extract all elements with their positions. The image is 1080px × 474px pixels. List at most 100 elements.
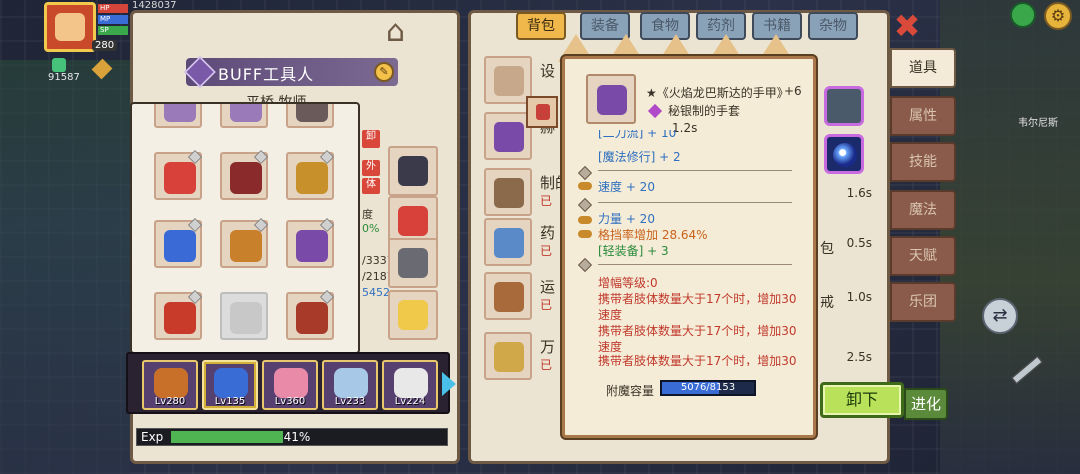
map-right-area bbox=[940, 0, 1080, 474]
anchor-icon bbox=[164, 230, 196, 262]
equip-slot[interactable] bbox=[388, 290, 438, 340]
player-face-icon bbox=[55, 13, 85, 41]
amulet-icon bbox=[230, 230, 262, 262]
equip-slot[interactable] bbox=[220, 150, 268, 200]
hp-bar: HP bbox=[98, 4, 128, 13]
tooltip-stats: [二刀流] + 10 [魔法修行] + 2 速度 + 20 力量 + 20 格挡… bbox=[576, 130, 804, 366]
party-member[interactable]: Lv224 bbox=[382, 360, 438, 410]
ring-icon bbox=[398, 300, 428, 330]
equip-slot[interactable] bbox=[286, 218, 334, 268]
lock-icon[interactable] bbox=[526, 96, 558, 128]
stat-line: 携带者肢体数量大于17个时，增加30 bbox=[598, 324, 797, 338]
item-name: 药 bbox=[540, 224, 556, 242]
scroll-icon bbox=[494, 122, 524, 152]
gem-socket[interactable] bbox=[824, 134, 864, 174]
equip-slot[interactable] bbox=[154, 218, 202, 268]
equip-slot[interactable] bbox=[154, 104, 202, 128]
party-member[interactable]: Lv280 bbox=[142, 360, 198, 410]
side-tab-skills[interactable]: 技能 bbox=[890, 142, 956, 182]
member-level: Lv280 bbox=[154, 396, 186, 407]
party-member[interactable]: Lv233 bbox=[322, 360, 378, 410]
mp-bar: MP bbox=[98, 15, 128, 24]
hud-bars: HP MP SP bbox=[98, 4, 128, 37]
stat-column: 度 0% /3337 /2187 5452 bbox=[362, 206, 394, 302]
tooltip-item-slot bbox=[586, 74, 636, 124]
equip-slot[interactable] bbox=[154, 290, 202, 340]
hanger-icon[interactable]: ⌂ bbox=[386, 14, 405, 49]
equip-slot[interactable] bbox=[388, 238, 438, 288]
sp-bar: SP bbox=[98, 26, 128, 35]
player-level: 280 bbox=[92, 40, 118, 51]
equip-slot[interactable] bbox=[154, 150, 202, 200]
stat-text: 5452 bbox=[362, 286, 390, 299]
side-tab-talent[interactable]: 天赋 bbox=[890, 236, 956, 276]
stat-tab[interactable]: 卸 bbox=[362, 130, 380, 148]
map-left-area bbox=[0, 60, 130, 474]
gear-icon[interactable]: ⚙ bbox=[1044, 2, 1072, 30]
member-level: Lv360 bbox=[274, 396, 306, 407]
stat-text: 度 bbox=[362, 208, 373, 221]
settings-item-icon bbox=[494, 66, 524, 96]
player-hud[interactable]: HP MP SP 280 bbox=[44, 2, 130, 54]
crystal-icon bbox=[52, 58, 66, 72]
edit-name-icon[interactable]: ✎ bbox=[374, 62, 394, 82]
evolve-button[interactable]: 进化 bbox=[904, 388, 948, 420]
member-level: Lv135 bbox=[214, 396, 246, 407]
exp-percent: 41% bbox=[283, 430, 311, 444]
item-time: 0.5s bbox=[846, 236, 872, 250]
item-state: 已 bbox=[540, 358, 553, 372]
gear-icon bbox=[296, 104, 328, 122]
gear-icon bbox=[230, 104, 262, 122]
stat-line: 携带者肢体数量大于17个时，增加30 bbox=[598, 354, 797, 366]
gauntlet-icon bbox=[597, 85, 627, 115]
equip-slot[interactable] bbox=[220, 104, 268, 128]
gauntlet-icon bbox=[398, 156, 428, 186]
divider bbox=[598, 202, 792, 203]
equip-slot-empty[interactable] bbox=[220, 292, 268, 340]
side-tab-items[interactable]: 道具 bbox=[890, 48, 956, 88]
party-member[interactable]: Lv360 bbox=[262, 360, 318, 410]
close-icon[interactable]: ✖ bbox=[892, 10, 922, 42]
stat-line: [轻装备] + 3 bbox=[598, 244, 669, 258]
stat-tab[interactable]: 体 bbox=[362, 178, 380, 194]
side-tab-attributes[interactable]: 属性 bbox=[890, 96, 956, 136]
equip-slot[interactable] bbox=[286, 290, 334, 340]
item-time: 1.6s bbox=[846, 186, 872, 200]
item-name-fragment: 包 bbox=[820, 241, 834, 257]
stat-text: /2187 bbox=[362, 270, 394, 283]
equip-slot[interactable] bbox=[388, 146, 438, 196]
gauntlet-icon bbox=[296, 230, 328, 262]
gem-socket-empty[interactable] bbox=[824, 86, 864, 126]
backpack-icon bbox=[494, 282, 524, 312]
stat-line: 格挡率增加 28.64% bbox=[598, 228, 708, 242]
player-portrait[interactable] bbox=[44, 2, 96, 52]
stat-text: /3337 bbox=[362, 254, 394, 267]
swap-icon[interactable]: ⇄ bbox=[982, 298, 1018, 334]
enchant-capacity-value: 5076/8153 bbox=[680, 382, 736, 393]
item-icon bbox=[484, 272, 532, 320]
globe-icon[interactable] bbox=[1010, 2, 1036, 28]
unequip-button[interactable]: 卸下 bbox=[820, 382, 904, 418]
crate-icon bbox=[494, 178, 524, 208]
trident-icon bbox=[296, 302, 328, 334]
equip-slot[interactable] bbox=[286, 104, 334, 128]
party-member-active[interactable]: Lv135 bbox=[202, 360, 258, 410]
divider bbox=[598, 170, 792, 171]
key-icon bbox=[494, 342, 524, 372]
stat-line: 增幅等级:0 bbox=[598, 276, 658, 290]
tooltip-item-name: ★《火焰龙巴斯达的手甲》 bbox=[646, 86, 789, 100]
tooltip-item-type: 秘银制的手套 bbox=[668, 104, 741, 118]
tooltip-item-enhance: +6 bbox=[784, 84, 802, 98]
socket-diamond-icon bbox=[577, 165, 593, 181]
key-icon bbox=[578, 230, 592, 238]
member-level: Lv224 bbox=[394, 396, 426, 407]
side-tab-magic[interactable]: 魔法 bbox=[890, 190, 956, 230]
stat-text bbox=[362, 238, 390, 254]
equip-slot[interactable] bbox=[286, 150, 334, 200]
stat-tab[interactable]: 外 bbox=[362, 160, 380, 176]
equip-slot[interactable] bbox=[220, 218, 268, 268]
horns-icon bbox=[296, 162, 328, 194]
cabinet-icon bbox=[494, 228, 524, 258]
side-tab-band[interactable]: 乐团 bbox=[890, 282, 956, 322]
party-next-arrow-icon[interactable] bbox=[442, 372, 456, 396]
